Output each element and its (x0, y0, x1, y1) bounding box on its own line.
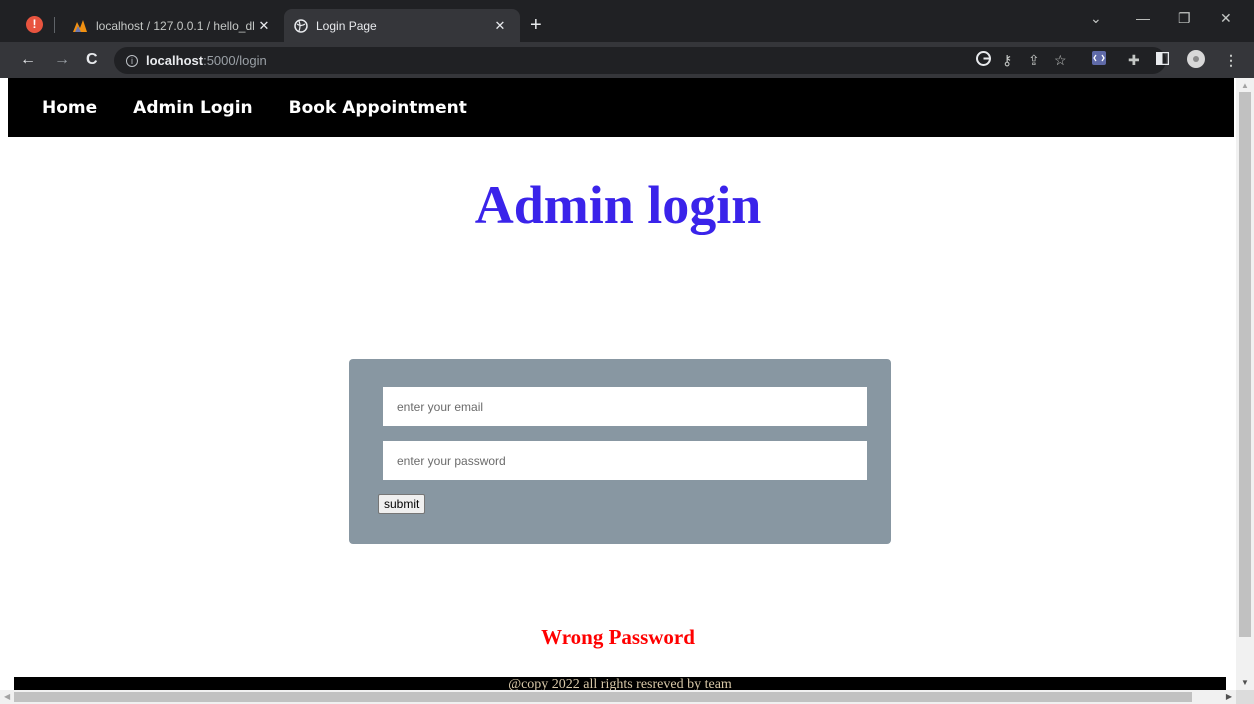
new-tab-icon[interactable]: + (530, 15, 542, 35)
page-title: Admin login (474, 175, 762, 235)
tab-phpmyadmin[interactable]: localhost / 127.0.0.1 / hello_db / ✕ (62, 9, 284, 42)
nav-home-link[interactable]: Home (42, 98, 97, 118)
url-path: :5000/login (203, 53, 267, 68)
scroll-down-arrow-icon[interactable]: ▼ (1241, 678, 1249, 687)
tab-login-page[interactable]: Login Page ✕ (284, 9, 520, 42)
minimize-icon[interactable]: — (1136, 10, 1150, 26)
email-field[interactable] (383, 387, 867, 426)
scroll-left-arrow-icon[interactable]: ◀ (4, 692, 10, 701)
url-text: localhost:5000/login (146, 53, 267, 68)
tab-search-chevron-icon[interactable]: ⌄ (1090, 10, 1102, 27)
browser-tab-strip: ! localhost / 127.0.0.1 / hello_db / ✕ L… (0, 0, 1254, 42)
tab-separator (54, 17, 55, 33)
page-viewport: Home Admin Login Book Appointment Admin … (0, 78, 1254, 704)
menu-kebab-icon[interactable]: ⋮ (1224, 51, 1238, 69)
window-close-icon[interactable]: ✕ (1220, 10, 1232, 27)
nav-admin-login-link[interactable]: Admin Login (133, 98, 253, 118)
footer: @copy 2022 all rights resreved by team (14, 677, 1226, 691)
horizontal-scrollbar[interactable]: ◀ ▶ (0, 690, 1236, 704)
key-icon[interactable]: ⚷ (1002, 51, 1012, 69)
phpmyadmin-favicon-icon (72, 19, 88, 33)
warning-icon: ! (26, 16, 43, 33)
extension-devtools-icon[interactable] (1092, 51, 1106, 69)
google-icon[interactable] (976, 51, 991, 70)
scroll-right-arrow-icon[interactable]: ▶ (1226, 692, 1232, 701)
horizontal-scroll-thumb[interactable] (14, 692, 1192, 702)
browser-toolbar: ← → C i localhost:5000/login ⚷ ⇪ ☆ ✚ ⋮ (0, 42, 1254, 78)
share-icon[interactable]: ⇪ (1028, 51, 1040, 69)
forward-arrow-icon[interactable]: → (54, 50, 70, 70)
submit-button[interactable]: submit (378, 494, 426, 514)
close-icon[interactable]: ✕ (490, 18, 510, 34)
puzzle-extensions-icon[interactable]: ✚ (1128, 51, 1140, 69)
scrollbar-corner (1236, 690, 1254, 704)
close-icon[interactable]: ✕ (254, 18, 274, 34)
info-icon[interactable]: i (126, 54, 138, 67)
password-field[interactable] (383, 441, 867, 480)
site-navbar: Home Admin Login Book Appointment (8, 78, 1234, 137)
vertical-scroll-thumb[interactable] (1239, 92, 1251, 637)
url-host: localhost (146, 53, 204, 68)
nav-book-appointment-link[interactable]: Book Appointment (289, 98, 467, 118)
restore-icon[interactable]: ❐ (1178, 10, 1191, 27)
scroll-up-arrow-icon[interactable]: ▲ (1241, 81, 1249, 90)
profile-avatar-icon[interactable] (1186, 49, 1206, 73)
back-arrow-icon[interactable]: ← (20, 50, 36, 70)
side-panel-icon[interactable] (1155, 51, 1170, 69)
error-message: Wrong Password (541, 625, 695, 649)
login-form: submit (349, 359, 891, 544)
tab-title: Login Page (316, 18, 377, 33)
globe-icon (294, 18, 308, 33)
vertical-scrollbar[interactable]: ▲ ▼ (1236, 78, 1254, 690)
bookmark-star-icon[interactable]: ☆ (1054, 51, 1067, 69)
reload-icon[interactable]: C (86, 50, 98, 70)
tab-title: localhost / 127.0.0.1 / hello_db / (96, 18, 254, 33)
